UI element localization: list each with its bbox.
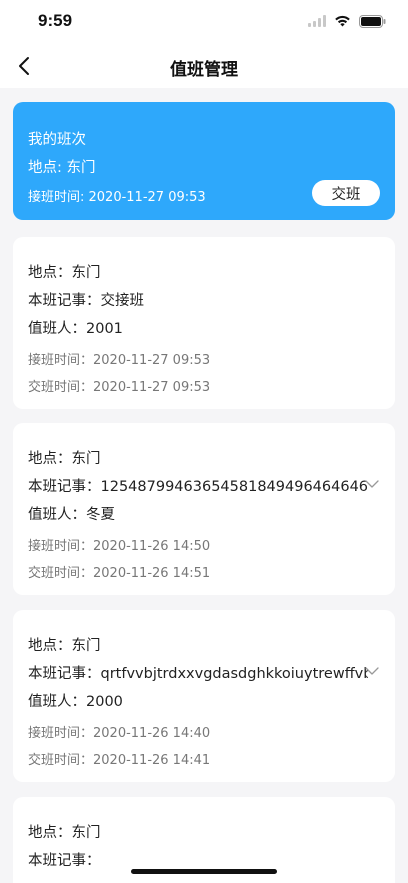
home-indicator[interactable] — [131, 869, 277, 874]
page-title: 值班管理 — [170, 60, 238, 80]
screen: 9:59 值班管理 我的班次 地点: 东门 接班时间: 2020-11-27 0… — [0, 0, 408, 883]
my-shift-title: 我的班次 — [28, 132, 86, 148]
record-person: 值班人：冬夏 — [28, 507, 115, 523]
record-end-time: 交班时间：2020-11-26 14:51 — [28, 566, 211, 581]
record-location: 地点：东门 — [28, 825, 101, 841]
battery-icon — [359, 14, 386, 28]
record-notes: 本班记事： — [28, 853, 101, 869]
shift-record-card[interactable]: 地点：东门 本班记事：qrtfvvbjtrdxxvgdasdghkkoiuytr… — [13, 610, 395, 782]
status-bar: 9:59 — [0, 0, 408, 44]
record-start-time: 接班时间：2020-11-26 14:40 — [28, 726, 211, 741]
record-notes: 本班记事：1254879946365458184949646464633 — [28, 479, 368, 495]
my-shift-card: 我的班次 地点: 东门 接班时间: 2020-11-27 09:53 交班 — [13, 102, 395, 220]
record-end-time: 交班时间：2020-11-26 14:41 — [28, 753, 211, 768]
record-end-time: 交班时间：2020-11-27 09:53 — [28, 380, 211, 395]
my-shift-start-time: 接班时间: 2020-11-27 09:53 — [28, 190, 206, 205]
chevron-down-icon[interactable] — [365, 666, 379, 676]
handover-button[interactable]: 交班 — [312, 180, 380, 206]
record-notes: 本班记事：qrtfvvbjtrdxxvgdasdghkkoiuytrewffvb… — [28, 666, 368, 682]
record-location: 地点：东门 — [28, 451, 101, 467]
chevron-down-icon[interactable] — [365, 479, 379, 489]
shift-list[interactable]: 我的班次 地点: 东门 接班时间: 2020-11-27 09:53 交班 地点… — [0, 88, 408, 883]
signal-icon — [308, 15, 326, 27]
record-person: 值班人：2001 — [28, 321, 123, 337]
my-shift-location: 地点: 东门 — [28, 160, 96, 176]
status-time: 9:59 — [38, 11, 73, 30]
record-start-time: 接班时间：2020-11-26 14:50 — [28, 539, 211, 554]
nav-bar: 值班管理 — [0, 44, 408, 88]
record-notes: 本班记事：交接班 — [28, 293, 144, 309]
shift-record-card[interactable]: 地点：东门 本班记事：交接班 值班人：2001 接班时间：2020-11-27 … — [13, 237, 395, 409]
record-location: 地点：东门 — [28, 638, 101, 654]
record-location: 地点：东门 — [28, 265, 101, 281]
record-start-time: 接班时间：2020-11-27 09:53 — [28, 353, 211, 368]
shift-record-card[interactable]: 地点：东门 本班记事：12548799463654581849496464646… — [13, 423, 395, 595]
wifi-icon — [335, 15, 350, 27]
record-person: 值班人：2000 — [28, 694, 123, 710]
status-icons — [308, 14, 386, 28]
